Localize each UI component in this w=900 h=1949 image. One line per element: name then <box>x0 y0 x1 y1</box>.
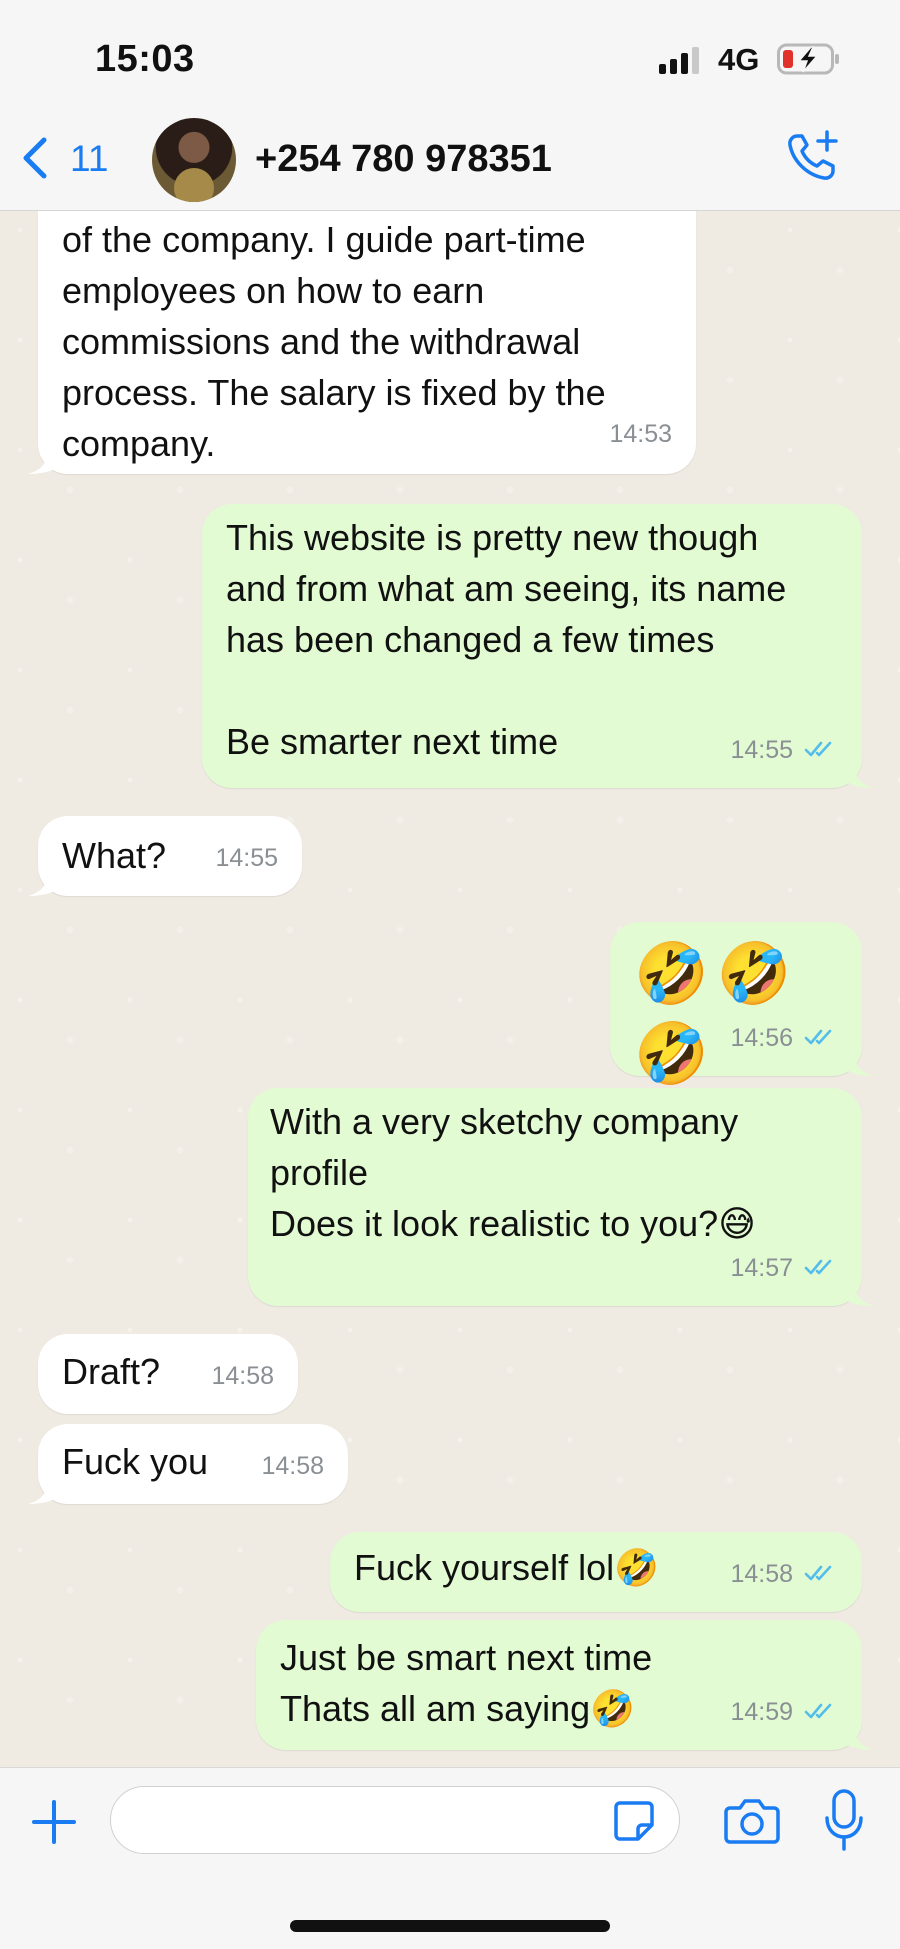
bubble-tail <box>846 1724 874 1750</box>
message-composer <box>0 1767 900 1949</box>
message-time: 14:55 <box>215 844 278 872</box>
plus-icon[interactable] <box>30 1798 78 1846</box>
read-receipt-icon <box>804 1565 832 1581</box>
incoming-message[interactable]: Fuck you 14:58 <box>28 1424 348 1504</box>
outgoing-message[interactable]: This website is pretty new though and fr… <box>202 504 874 788</box>
outgoing-message[interactable]: 🤣🤣🤣 14:56 <box>610 922 874 1087</box>
message-time: 14:56 <box>730 1024 794 1052</box>
message-time: 14:59 <box>730 1698 794 1726</box>
chat-header: 15:03 4G 11 +254 780 978351 <box>0 0 900 211</box>
incoming-message[interactable]: of the company. I guide part-time employ… <box>28 210 696 474</box>
chevron-left-icon[interactable] <box>18 136 52 180</box>
outgoing-message[interactable]: Fuck yourself lol🤣 14:58 <box>330 1532 862 1612</box>
message-time: 14:58 <box>730 1560 794 1588</box>
read-receipt-icon <box>804 1029 832 1045</box>
message-text: With a very sketchy company profile Does… <box>270 1101 756 1244</box>
bubble-tail <box>846 1050 874 1076</box>
network-type: 4G <box>718 42 760 77</box>
message-input[interactable] <box>110 1786 680 1854</box>
read-receipt-icon <box>804 1703 832 1719</box>
read-receipt-icon <box>804 741 832 757</box>
avatar[interactable] <box>152 118 236 202</box>
read-receipt-icon <box>804 1259 832 1275</box>
chat-messages[interactable]: of the company. I guide part-time employ… <box>0 210 900 1767</box>
message-time: 14:57 <box>730 1254 794 1282</box>
incoming-message[interactable]: What? 14:55 <box>28 816 302 896</box>
bubble-tail <box>846 1280 874 1306</box>
bubble-tail <box>28 870 56 896</box>
incoming-message[interactable]: Draft? 14:58 <box>38 1334 298 1414</box>
back-unread-count[interactable]: 11 <box>70 138 108 180</box>
status-time: 15:03 <box>95 38 195 80</box>
home-indicator <box>290 1920 610 1932</box>
bubble-tail <box>28 448 56 474</box>
bubble-tail <box>28 1478 56 1504</box>
battery-charging-low-icon <box>777 43 839 75</box>
signal-bars-icon <box>659 47 699 74</box>
message-time: 14:58 <box>211 1362 274 1390</box>
message-time: 14:58 <box>261 1452 324 1480</box>
bubble-tail <box>846 762 874 788</box>
camera-icon[interactable] <box>724 1796 780 1846</box>
sticker-icon[interactable] <box>612 1799 656 1843</box>
outgoing-message[interactable]: With a very sketchy company profile Does… <box>248 1088 874 1306</box>
outgoing-message[interactable]: Just be smart next time Thats all am say… <box>256 1620 874 1750</box>
message-time: 14:55 <box>730 736 794 764</box>
microphone-icon[interactable] <box>824 1788 864 1852</box>
contact-name[interactable]: +254 780 978351 <box>255 138 552 181</box>
message-time: 14:53 <box>609 420 672 448</box>
add-call-icon[interactable] <box>783 128 841 186</box>
message-text: of the company. I guide part-time employ… <box>62 219 606 464</box>
